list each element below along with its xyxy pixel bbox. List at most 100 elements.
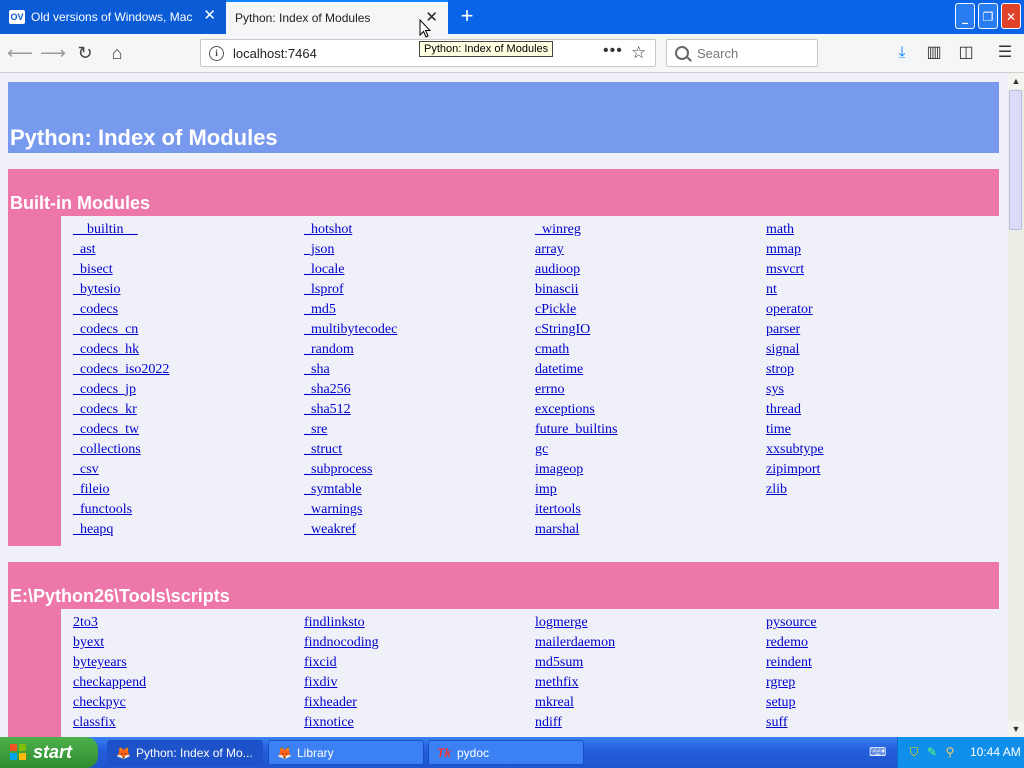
- scrollbar-thumb[interactable]: [1009, 90, 1022, 230]
- url-text[interactable]: localhost:7464: [233, 46, 317, 61]
- module-link[interactable]: _codecs_kr: [73, 402, 303, 422]
- network-icon[interactable]: ✎: [925, 745, 939, 759]
- module-link[interactable]: __builtin__: [73, 222, 303, 242]
- module-link[interactable]: imageop: [535, 462, 765, 482]
- scroll-up-icon[interactable]: ▲: [1008, 73, 1024, 89]
- module-link[interactable]: checkpyc: [73, 695, 303, 715]
- module-link[interactable]: parser: [766, 322, 996, 342]
- module-link[interactable]: md5sum: [535, 655, 765, 675]
- module-link[interactable]: suff: [766, 715, 996, 735]
- module-link[interactable]: setup: [766, 695, 996, 715]
- module-link[interactable]: _sre: [304, 422, 534, 442]
- module-link[interactable]: imp: [535, 482, 765, 502]
- close-tab-icon[interactable]: ✕: [203, 8, 216, 24]
- start-button[interactable]: start: [0, 737, 98, 768]
- module-link[interactable]: _bisect: [73, 262, 303, 282]
- back-button[interactable]: ⟵: [7, 40, 33, 66]
- tab-python-index[interactable]: Python: Index of Modules ✕: [226, 0, 448, 34]
- module-link[interactable]: _winreg: [535, 222, 765, 242]
- task-library[interactable]: 🦊 Library: [268, 740, 424, 765]
- module-link[interactable]: mmap: [766, 242, 996, 262]
- module-link[interactable]: _symtable: [304, 482, 534, 502]
- minimize-button[interactable]: _: [955, 3, 975, 29]
- module-link[interactable]: 2to3: [73, 615, 303, 635]
- module-link[interactable]: fixnotice: [304, 715, 534, 735]
- module-link[interactable]: classfix: [73, 715, 303, 735]
- module-link[interactable]: _functools: [73, 502, 303, 522]
- module-link[interactable]: mkreal: [535, 695, 765, 715]
- module-link[interactable]: reindent: [766, 655, 996, 675]
- module-link[interactable]: fixdiv: [304, 675, 534, 695]
- module-link[interactable]: methfix: [535, 675, 765, 695]
- module-link[interactable]: sys: [766, 382, 996, 402]
- module-link[interactable]: mailerdaemon: [535, 635, 765, 655]
- module-link[interactable]: marshal: [535, 522, 765, 542]
- module-link[interactable]: findnocoding: [304, 635, 534, 655]
- module-link[interactable]: _heapq: [73, 522, 303, 542]
- module-link[interactable]: redemo: [766, 635, 996, 655]
- module-link[interactable]: gc: [535, 442, 765, 462]
- module-link[interactable]: signal: [766, 342, 996, 362]
- bookmark-star-icon[interactable]: ☆: [631, 43, 646, 63]
- search-tray-icon[interactable]: ⚲: [943, 745, 957, 759]
- module-link[interactable]: cPickle: [535, 302, 765, 322]
- module-link[interactable]: _lsprof: [304, 282, 534, 302]
- module-link[interactable]: _struct: [304, 442, 534, 462]
- info-icon[interactable]: i: [209, 46, 224, 61]
- module-link[interactable]: _md5: [304, 302, 534, 322]
- module-link[interactable]: nt: [766, 282, 996, 302]
- module-link[interactable]: checkappend: [73, 675, 303, 695]
- module-link[interactable]: _collections: [73, 442, 303, 462]
- task-pydoc[interactable]: Tk pydoc: [428, 740, 584, 765]
- module-link[interactable]: zlib: [766, 482, 996, 502]
- module-link[interactable]: binascii: [535, 282, 765, 302]
- module-link[interactable]: _codecs_iso2022: [73, 362, 303, 382]
- module-link[interactable]: pysource: [766, 615, 996, 635]
- close-window-button[interactable]: ✕: [1001, 3, 1021, 29]
- forward-button[interactable]: ⟶: [40, 40, 66, 66]
- menu-icon[interactable]: ☰: [994, 42, 1016, 64]
- module-link[interactable]: audioop: [535, 262, 765, 282]
- tab-oldversion[interactable]: OV Old versions of Windows, Mac and ✕: [0, 0, 226, 34]
- security-shield-icon[interactable]: ⛉: [907, 745, 921, 759]
- module-link[interactable]: array: [535, 242, 765, 262]
- module-link[interactable]: thread: [766, 402, 996, 422]
- module-link[interactable]: math: [766, 222, 996, 242]
- module-link[interactable]: time: [766, 422, 996, 442]
- maximize-button[interactable]: ❐: [978, 3, 998, 29]
- sidebar-icon[interactable]: ◫: [955, 42, 977, 64]
- module-link[interactable]: _codecs_tw: [73, 422, 303, 442]
- module-link[interactable]: _warnings: [304, 502, 534, 522]
- module-link[interactable]: exceptions: [535, 402, 765, 422]
- module-link[interactable]: _subprocess: [304, 462, 534, 482]
- scroll-down-icon[interactable]: ▼: [1008, 721, 1024, 737]
- home-button[interactable]: ⌂: [104, 40, 130, 66]
- library-icon[interactable]: ▥: [923, 42, 945, 64]
- module-link[interactable]: xxsubtype: [766, 442, 996, 462]
- module-link[interactable]: _locale: [304, 262, 534, 282]
- module-link[interactable]: _random: [304, 342, 534, 362]
- module-link[interactable]: findlinksto: [304, 615, 534, 635]
- module-link[interactable]: byteyears: [73, 655, 303, 675]
- keyboard-icon[interactable]: ⌨: [869, 745, 886, 759]
- search-input[interactable]: Search: [666, 39, 818, 67]
- module-link[interactable]: errno: [535, 382, 765, 402]
- module-link[interactable]: _codecs_jp: [73, 382, 303, 402]
- module-link[interactable]: _hotshot: [304, 222, 534, 242]
- module-link[interactable]: cmath: [535, 342, 765, 362]
- module-link[interactable]: _codecs_hk: [73, 342, 303, 362]
- module-link[interactable]: _sha256: [304, 382, 534, 402]
- module-link[interactable]: _fileio: [73, 482, 303, 502]
- module-link[interactable]: future_builtins: [535, 422, 765, 442]
- module-link[interactable]: _codecs_cn: [73, 322, 303, 342]
- module-link[interactable]: itertools: [535, 502, 765, 522]
- module-link[interactable]: strop: [766, 362, 996, 382]
- page-actions-icon[interactable]: •••: [603, 42, 623, 60]
- module-link[interactable]: _json: [304, 242, 534, 262]
- module-link[interactable]: byext: [73, 635, 303, 655]
- reload-button[interactable]: ↻: [72, 40, 98, 66]
- vertical-scrollbar[interactable]: ▲ ▼: [1008, 73, 1024, 737]
- module-link[interactable]: cStringIO: [535, 322, 765, 342]
- module-link[interactable]: ndiff: [535, 715, 765, 735]
- module-link[interactable]: _csv: [73, 462, 303, 482]
